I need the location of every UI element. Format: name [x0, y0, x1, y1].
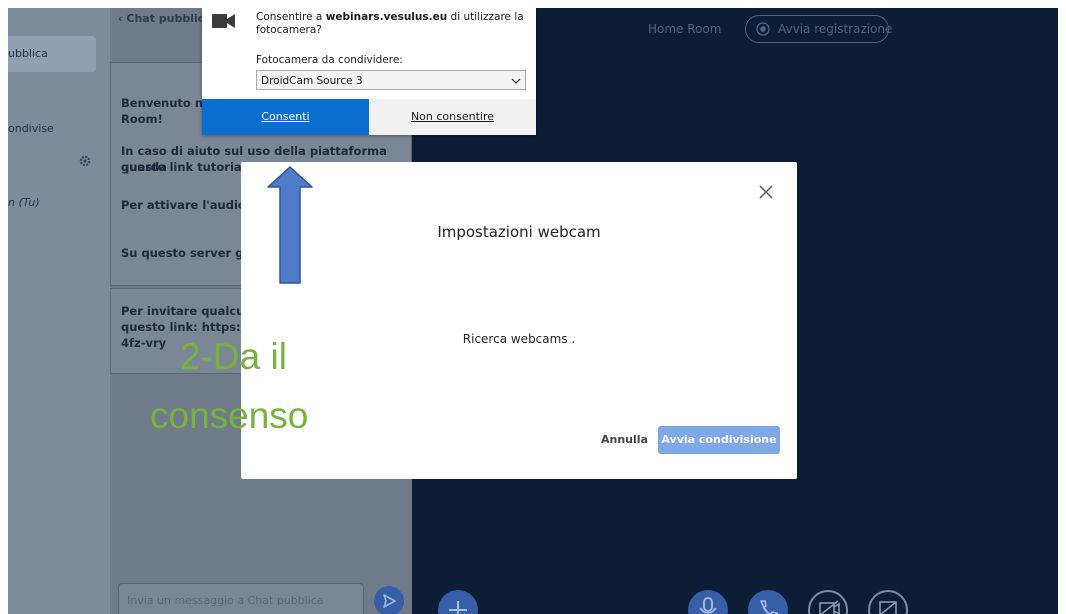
annotation-text: 2-Da il — [180, 336, 287, 377]
chat-title: Chat pubblica — [126, 12, 212, 25]
room-name: Home Room — [648, 22, 722, 36]
record-label: Avvia registrazione — [778, 22, 893, 36]
microphone-button[interactable] — [688, 590, 728, 614]
video-camera-icon — [819, 600, 840, 614]
sidebar-item-current-user[interactable]: n (Tu) — [8, 196, 40, 209]
camera-select[interactable]: DroidCam Source 3 — [256, 70, 526, 90]
sidebar-item-label: ubblica — [8, 47, 48, 60]
permission-domain: webinars.vesulus.eu — [325, 11, 448, 23]
phone-icon — [760, 600, 778, 614]
video-camera-icon — [212, 14, 235, 28]
webcam-search-status: Ricerca webcams . — [462, 332, 576, 346]
gear-icon[interactable] — [78, 154, 92, 168]
chevron-down-icon — [511, 78, 521, 84]
screen-share-button[interactable] — [868, 590, 908, 614]
actions-button[interactable] — [438, 590, 478, 614]
webcam-button[interactable] — [808, 590, 848, 614]
modal-title: Impostazioni webcam — [437, 223, 601, 241]
chat-back-link[interactable]: ‹ Chat pubblica — [118, 12, 212, 25]
camera-select-value: DroidCam Source 3 — [261, 75, 363, 87]
cancel-button[interactable]: Annulla — [601, 433, 648, 446]
app-window: ubblica ondivise n (Tu) ‹ Chat pubblica … — [8, 8, 1058, 614]
start-sharing-button[interactable]: Avvia condivisione — [658, 426, 780, 454]
deny-button-label: Non consentire — [410, 110, 495, 123]
sidebar-item-public-chat[interactable]: ubblica — [8, 36, 96, 72]
send-message-button[interactable] — [374, 586, 404, 614]
camera-select-label: Fotocamera da condividere: — [256, 54, 403, 66]
send-icon — [383, 594, 396, 608]
record-button[interactable]: Avvia registrazione — [745, 15, 893, 43]
permission-question: Consentire a webinars.vesulus.eu di util… — [256, 11, 524, 36]
close-icon[interactable] — [758, 184, 774, 200]
allow-button[interactable]: Consenti — [202, 99, 369, 135]
webcam-settings-modal: Impostazioni webcam Ricerca webcams . An… — [241, 162, 797, 479]
arrow-up-icon — [267, 166, 313, 284]
camera-permission-popup: Consentire a webinars.vesulus.eu di util… — [202, 8, 536, 135]
record-icon — [756, 22, 770, 36]
deny-button[interactable]: Non consentire — [369, 99, 536, 135]
chat-message-input[interactable]: Invia un messaggio a Chat pubblica — [118, 583, 364, 614]
sidebar: ubblica ondivise n (Tu) — [8, 8, 110, 614]
sidebar-item-shared-notes[interactable]: ondivise — [8, 122, 54, 135]
annotation-text: consenso — [150, 395, 309, 436]
phone-button[interactable] — [748, 590, 788, 614]
microphone-icon — [699, 597, 717, 614]
screen-share-icon — [879, 601, 897, 614]
plus-icon — [449, 601, 467, 614]
